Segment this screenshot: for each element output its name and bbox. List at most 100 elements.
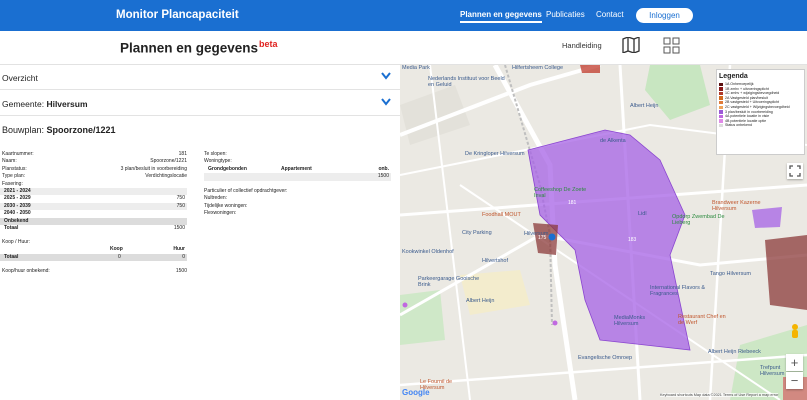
gemeente-value: Hilversum	[46, 99, 88, 109]
map-poi-label[interactable]: Opdorp Zwembad De Lieberg	[672, 214, 732, 226]
legend-swatch	[719, 91, 723, 96]
map-view-icon[interactable]	[622, 37, 640, 53]
map-poi-label[interactable]: de Alkenta	[600, 138, 626, 144]
bouwplan-heading: Bouwplan: Spoorzone/1221	[2, 125, 116, 135]
fasering-key: 2030 - 2039	[4, 202, 31, 209]
map-poi-label[interactable]: Lidl	[638, 211, 647, 217]
fasering-key: Totaal	[4, 225, 19, 232]
map-poi-label[interactable]: Hilversum	[524, 231, 548, 237]
handleiding-link[interactable]: Handleiding	[562, 41, 602, 50]
map-poi-label[interactable]: Albert Heijn	[466, 298, 494, 304]
nav-plannen-en-gegevens[interactable]: Plannen en gegevens	[460, 10, 542, 23]
detail-key: Type plan:	[2, 173, 26, 180]
detail-key: Fasering:	[2, 180, 23, 187]
top-navbar: Monitor Plancapaciteit Plannen en gegeve…	[0, 0, 807, 31]
nultreden-label: Nultreden:	[204, 195, 228, 202]
brand-logo[interactable]: Monitor Plancapaciteit	[116, 9, 239, 21]
gemeente-label: Gemeente:	[2, 99, 45, 109]
pegman-icon[interactable]	[788, 323, 802, 341]
beta-badge: beta	[259, 39, 278, 49]
legend-swatch	[719, 110, 723, 114]
detail-value: Spoorzone/1221	[150, 158, 187, 165]
te-slopen-label: Te slopen:	[204, 151, 227, 157]
fasering-value: 750	[176, 195, 185, 202]
map-poi-label[interactable]: Evangelische Omroep	[578, 355, 632, 361]
koop-value: 0	[118, 253, 121, 260]
detail-row: Kaartnummer: 181	[0, 151, 187, 158]
google-logo: Google	[402, 388, 430, 397]
details-column-right: Te slopen: Woningtype: Grondgebonden App…	[204, 151, 391, 217]
map-poi-label[interactable]: MediaMonks Hilversum	[614, 315, 669, 327]
koop-header: Koop	[110, 246, 123, 253]
onb-header: onb.	[378, 165, 389, 172]
fasering-key: 2021 - 2024	[4, 187, 31, 194]
koophuur-onbekend-value: 1500	[175, 268, 187, 275]
tijdelijke-label: Tijdelijke woningen:	[204, 202, 248, 209]
detail-row: Fasering:	[0, 181, 187, 188]
login-button[interactable]: Inloggen	[636, 8, 693, 23]
map-poi-label[interactable]: Brandweer Kazerne Hilversum	[712, 200, 768, 212]
nav-publicaties[interactable]: Publicaties	[546, 10, 585, 19]
map-poi-label[interactable]: Albert Heijn	[630, 103, 658, 109]
map-poi-label[interactable]: De Kringloper Hilversum	[465, 151, 525, 157]
woningtype-label: Woningtype:	[204, 158, 232, 165]
map-poi-label[interactable]: Media Park	[402, 65, 430, 71]
accordion-overzicht[interactable]: Overzicht	[0, 65, 400, 90]
map-poi-label[interactable]: Foodhall MOUT	[482, 212, 521, 218]
map-poi-label[interactable]: Kookwinkel Oldenhof	[402, 249, 454, 255]
map-poi-label[interactable]: Restaurant Chef en de Werf	[678, 314, 730, 326]
map-poi-label[interactable]: Tango Hilversum	[710, 271, 751, 277]
legend-swatch	[719, 114, 723, 119]
fasering-value: 1500	[173, 225, 185, 232]
legend-swatch	[719, 82, 723, 87]
fullscreen-icon	[789, 165, 801, 177]
zone-label: 181	[568, 200, 577, 206]
legend-swatch	[719, 96, 723, 100]
map-poi-label[interactable]: Albert Heijn Riebeeck	[708, 349, 761, 355]
zoom-in-button[interactable]: +	[786, 354, 803, 371]
google-logo-text: Google	[402, 388, 430, 397]
fasering-total-row: Totaal 1500	[0, 225, 187, 233]
fullscreen-button[interactable]	[787, 163, 803, 179]
legend-swatch	[719, 105, 723, 110]
map-attribution[interactable]: Keyboard shortcuts Map data ©2021 Terms …	[660, 393, 779, 397]
nav-contact[interactable]: Contact	[596, 10, 624, 19]
page-title: Plannen en gegevensbeta	[120, 39, 278, 56]
map-poi-label[interactable]: Hilvertshof	[482, 258, 508, 264]
koophuur-total-row: Totaal 0 0	[0, 253, 187, 262]
detail-value: 3 plan/besluit in voorbereiding	[120, 165, 187, 172]
huur-header: Huur	[173, 246, 185, 253]
fasering-key: 2025 - 2029	[4, 195, 31, 202]
map-poi-label[interactable]: Nederlands Instituut voor Beeld en Gelui…	[428, 76, 508, 88]
grid-view-icon[interactable]	[663, 37, 680, 54]
zone-label: 183	[628, 237, 637, 243]
woningtype-header-row: Grondgebonden Appartement onb.	[204, 166, 391, 174]
koophuur-header-row: Koop Huur	[0, 246, 187, 254]
details-column-left: Kaartnummer: 181 Naam: Spoorzone/1221 Plan…	[0, 151, 187, 276]
fasering-key: 2040 - 2050	[4, 210, 31, 217]
legend-title: Legenda	[719, 73, 748, 80]
legend-item: Status onbekend	[719, 123, 802, 128]
fasering-key: Onbekend	[4, 217, 29, 224]
legend-swatch	[719, 123, 723, 128]
legend-swatch	[719, 100, 723, 105]
accordion-gemeente[interactable]: Gemeente: Hilversum	[0, 91, 400, 116]
fasering-row: 2030 - 2039 750	[0, 202, 187, 211]
chevron-down-icon[interactable]	[381, 72, 391, 80]
fasering-row: 2040 - 2050	[0, 210, 187, 218]
map-legend: Legenda 1A Onherroepelijk 1B zmhv + uitvo…	[716, 69, 805, 155]
particulier-label: Particulier of collectief opdrachtgever:	[204, 187, 288, 194]
zoom-out-button[interactable]: −	[786, 372, 803, 389]
page-title-text: Plannen en gegevens	[120, 40, 259, 56]
chevron-down-icon[interactable]	[381, 98, 391, 106]
map-poi-label[interactable]: City Parking	[462, 230, 492, 236]
woningtype-value-row: 1500	[204, 173, 391, 181]
fasering-value: 750	[176, 202, 185, 209]
legend-swatch	[719, 119, 723, 123]
map-poi-label[interactable]: Hilfertsheem College	[512, 65, 563, 71]
map-poi-label[interactable]: International Flavors & Fragrances	[650, 285, 710, 297]
detail-key: Planstatus:	[2, 165, 27, 172]
sub-header: Plannen en gegevensbeta Handleiding	[0, 31, 807, 65]
map-poi-label[interactable]: Parkeergarage Gooische Brink	[418, 276, 480, 288]
map-poi-label[interactable]: Coffeeshop De Zoete Inval	[534, 187, 594, 199]
